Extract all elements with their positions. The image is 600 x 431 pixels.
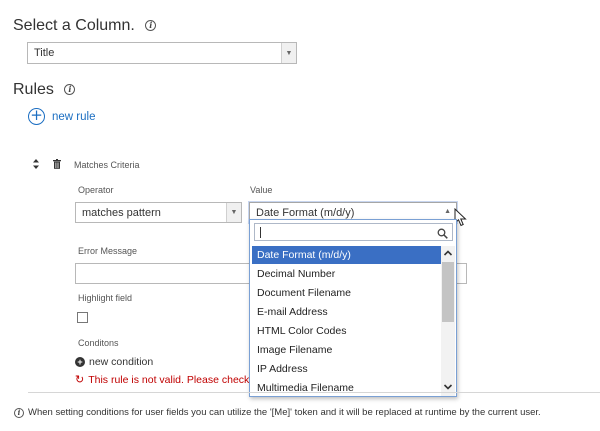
highlight-field-label: Highlight field — [78, 293, 133, 303]
chevron-up-icon[interactable] — [441, 246, 455, 261]
operator-select-value: matches pattern — [82, 206, 161, 219]
search-icon — [437, 226, 448, 244]
select-column-title-text: Select a Column. — [13, 17, 135, 34]
value-select-value: Date Format (m/d/y) — [256, 206, 355, 219]
rules-title: Rules i — [13, 81, 76, 99]
scroll-thumb[interactable] — [442, 262, 454, 322]
rule-invalid-message: ↻ This rule is not valid. Please check t… — [75, 374, 261, 386]
dropdown-scrollbar[interactable] — [441, 246, 455, 396]
operator-select[interactable]: matches pattern ▼ — [75, 202, 242, 223]
dropdown-option[interactable]: HTML Color Codes — [252, 322, 441, 340]
divider — [28, 392, 600, 393]
footer-note-text: When setting conditions for user fields … — [28, 407, 541, 418]
conditions-label: Conditons — [78, 338, 119, 348]
new-condition-button[interactable]: + new condition — [75, 356, 153, 368]
highlight-field-checkbox[interactable] — [77, 312, 88, 323]
dropdown-option[interactable]: IP Address — [252, 360, 441, 378]
chevron-up-icon: ▲ — [444, 208, 451, 215]
info-icon: i — [14, 407, 24, 418]
info-icon[interactable]: i — [64, 84, 76, 96]
value-dropdown: Date Format (m/d/y) Decimal Number Docum… — [249, 219, 457, 397]
column-select[interactable]: Title ▼ — [27, 42, 297, 64]
column-select-value: Title — [34, 47, 55, 59]
info-icon[interactable]: i — [145, 20, 157, 32]
new-rule-label: new rule — [52, 110, 96, 123]
chevron-down-icon: ▼ — [281, 43, 296, 63]
dropdown-option[interactable]: Multimedia Filename — [252, 379, 441, 397]
error-message-label: Error Message — [78, 246, 138, 256]
rules-title-text: Rules — [13, 81, 54, 98]
refresh-icon: ↻ — [75, 373, 85, 386]
delete-icon[interactable] — [53, 156, 61, 169]
plus-icon: + — [75, 357, 85, 367]
move-icon[interactable] — [33, 156, 39, 169]
rule-heading: Matches Criteria — [74, 160, 140, 170]
dropdown-option[interactable]: Date Format (m/d/y) — [252, 246, 441, 264]
value-label: Value — [250, 185, 273, 195]
text-cursor — [260, 227, 261, 238]
add-circle-icon: + — [28, 108, 45, 125]
footer-note: i When setting conditions for user field… — [14, 407, 541, 418]
select-column-title: Select a Column. i — [13, 17, 157, 35]
new-condition-label: new condition — [89, 356, 154, 368]
dropdown-option[interactable]: Image Filename — [252, 341, 441, 359]
dropdown-search-input[interactable] — [254, 223, 453, 241]
dropdown-option[interactable]: Decimal Number — [252, 265, 441, 283]
rule-invalid-text: This rule is not valid. Please check to — [88, 374, 261, 386]
new-rule-button[interactable]: + new rule — [28, 108, 95, 125]
operator-label: Operator — [78, 185, 114, 195]
dropdown-option[interactable]: Document Filename — [252, 284, 441, 302]
chevron-down-icon: ▼ — [226, 203, 241, 222]
dropdown-option[interactable]: E-mail Address — [252, 303, 441, 321]
